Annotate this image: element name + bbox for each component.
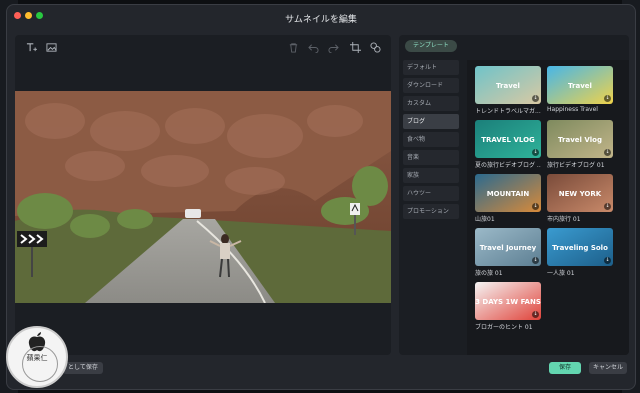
category-item[interactable]: ダウンロード xyxy=(403,78,459,93)
save-button[interactable]: 保存 xyxy=(549,362,581,374)
template-thumbnail[interactable]: 3 DAYS 1W FANS ↓ ブロガーのヒント 01 xyxy=(475,282,541,331)
undo-icon[interactable] xyxy=(307,41,320,54)
category-item[interactable]: 家族 xyxy=(403,168,459,183)
template-caption: 一人旅 01 xyxy=(547,270,575,277)
download-icon[interactable]: ↓ xyxy=(604,149,611,156)
redo-icon[interactable] xyxy=(327,41,340,54)
template-caption: 旅行ビデオブログ 01 xyxy=(547,162,605,169)
template-art-text: Travel xyxy=(496,82,520,90)
template-preview: Travel Vlog ↓ xyxy=(547,120,613,158)
title-bar: サムネイルを編集 xyxy=(7,5,635,31)
template-panel: テンプレート デフォルトダウンロード カスタムブログ食べ物音楽家族ハウツープロモー… xyxy=(399,35,629,355)
template-art-text: MOUNTAIN xyxy=(487,190,530,198)
template-caption: 夏の旅行ビデオブログ ... xyxy=(475,162,541,169)
template-art-text: 3 DAYS 1W FANS xyxy=(475,298,541,306)
cancel-button[interactable]: キャンセル xyxy=(589,362,627,374)
window-title: サムネイルを編集 xyxy=(285,15,357,25)
template-thumbnail[interactable]: NEW YORK ↓ 市内旅行 01 xyxy=(547,174,613,223)
thumbnail-editor-window: サムネイルを編集 テンプレート デフォルト ダウンロード カスタム ブログ 食べ… xyxy=(6,4,636,390)
template-preview: Travel Journey ↓ xyxy=(475,228,541,266)
category-item[interactable]: カスタム xyxy=(403,96,459,111)
template-caption: ブロガーのヒント 01 xyxy=(475,324,533,331)
category-item[interactable]: ブログ xyxy=(403,114,459,129)
category-item[interactable]: ハウツー xyxy=(403,186,459,201)
template-preview: TRAVEL VLOG ↓ xyxy=(475,120,541,158)
editor-panel xyxy=(15,35,391,355)
template-thumbnail[interactable]: Traveling Solo ↓ 一人旅 01 xyxy=(547,228,613,277)
template-thumbnail[interactable]: Travel Journey ↓ 旅の旅 01 xyxy=(475,228,541,277)
filter-icon[interactable] xyxy=(369,41,382,54)
template-caption: Happiness Travel xyxy=(547,106,598,113)
add-image-icon[interactable] xyxy=(45,41,58,54)
template-preview: 3 DAYS 1W FANS ↓ xyxy=(475,282,541,320)
crop-icon[interactable] xyxy=(349,41,362,54)
category-list: デフォルトダウンロード カスタムブログ食べ物音楽家族ハウツープロモーション xyxy=(403,60,459,222)
template-caption: 旅の旅 01 xyxy=(475,270,503,277)
template-thumbnail[interactable]: Travel ↓ トレンドトラベルマガ... xyxy=(475,66,541,115)
category-item[interactable]: プロモーション xyxy=(403,204,459,219)
template-caption: トレンドトラベルマガ... xyxy=(475,108,541,115)
save-as-template-button[interactable]: として保存 xyxy=(63,362,103,374)
watermark-text: 蘋果仁 xyxy=(26,354,48,362)
template-thumbnail[interactable]: MOUNTAIN ↓ 山旅01 xyxy=(475,174,541,223)
category-item[interactable]: 食べ物 xyxy=(403,132,459,147)
download-icon[interactable]: ↓ xyxy=(532,257,539,264)
template-preview: NEW YORK ↓ xyxy=(547,174,613,212)
template-art-text: Travel Journey xyxy=(480,244,537,252)
template-caption: 市内旅行 01 xyxy=(547,216,581,223)
category-item[interactable]: デフォルト xyxy=(403,60,459,75)
template-preview: Travel ↓ xyxy=(475,66,541,104)
template-art-text: Traveling Solo xyxy=(552,244,608,252)
category-item[interactable]: 音楽 xyxy=(403,150,459,165)
template-art-text: Travel xyxy=(568,82,592,90)
download-icon[interactable]: ↓ xyxy=(532,149,539,156)
download-icon[interactable]: ↓ xyxy=(532,95,539,102)
template-caption: 山旅01 xyxy=(475,216,495,223)
template-preview: Traveling Solo ↓ xyxy=(547,228,613,266)
template-art-text: Travel Vlog xyxy=(558,136,602,144)
template-thumbnail[interactable]: TRAVEL VLOG ↓ 夏の旅行ビデオブログ ... xyxy=(475,120,541,169)
template-art-text: TRAVEL VLOG xyxy=(481,136,535,144)
template-art-text: NEW YORK xyxy=(559,190,602,198)
download-icon[interactable]: ↓ xyxy=(532,311,539,318)
tab-templates[interactable]: テンプレート xyxy=(405,40,457,52)
watermark-ring xyxy=(22,346,58,382)
template-preview: Travel ↓ xyxy=(547,66,613,104)
download-icon[interactable]: ↓ xyxy=(604,257,611,264)
editor-toolbar xyxy=(15,35,391,61)
template-preview: MOUNTAIN ↓ xyxy=(475,174,541,212)
download-icon[interactable]: ↓ xyxy=(532,203,539,210)
add-text-icon[interactable] xyxy=(25,41,38,54)
download-icon[interactable]: ↓ xyxy=(604,95,611,102)
template-thumbnail[interactable]: Travel ↓ Happiness Travel xyxy=(547,66,613,113)
template-thumbnail[interactable]: Travel Vlog ↓ 旅行ビデオブログ 01 xyxy=(547,120,613,169)
watermark-logo: 蘋果仁 xyxy=(6,326,68,388)
template-grid: Travel ↓ トレンドトラベルマガ... Travel ↓ Happiness Tra… xyxy=(467,60,629,355)
download-icon[interactable]: ↓ xyxy=(604,203,611,210)
delete-icon[interactable] xyxy=(287,41,300,54)
thumbnail-canvas[interactable] xyxy=(15,91,391,303)
